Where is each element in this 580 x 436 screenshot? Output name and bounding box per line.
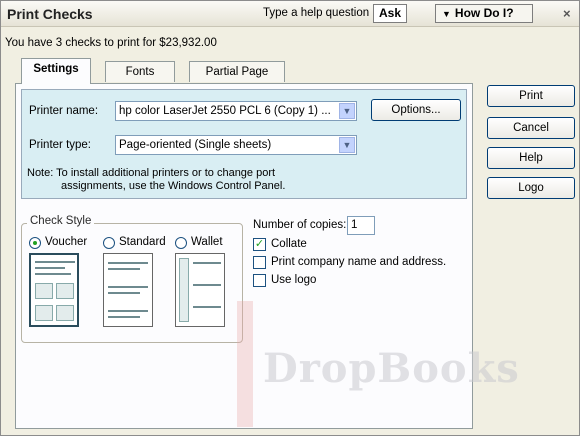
- preview-line: [193, 306, 221, 308]
- voucher-check-preview[interactable]: [29, 253, 79, 327]
- use-logo-checkbox[interactable]: [253, 274, 266, 287]
- printer-name-select[interactable]: hp color LaserJet 2550 PCL 6 (Copy 1) ..…: [115, 101, 357, 121]
- cancel-button[interactable]: Cancel: [487, 117, 575, 139]
- radio-selected-dot: [33, 241, 37, 245]
- copies-input[interactable]: 1: [347, 216, 375, 235]
- preview-line: [108, 310, 148, 312]
- print-checks-dialog: Print Checks Type a help question Ask ▼ H…: [0, 0, 580, 436]
- checks-summary: You have 3 checks to print for $23,932.0…: [5, 37, 217, 49]
- tab-settings[interactable]: Settings: [21, 58, 91, 84]
- voucher-label[interactable]: Voucher: [45, 236, 87, 248]
- how-do-i-button[interactable]: ▼ How Do I?: [435, 4, 533, 23]
- preview-line: [35, 267, 65, 269]
- check-mark-icon: ✓: [254, 238, 265, 250]
- print-button[interactable]: Print: [487, 85, 575, 107]
- collate-checkbox[interactable]: ✓: [253, 238, 266, 251]
- wallet-radio[interactable]: [175, 237, 187, 249]
- printer-name-label: Printer name:: [29, 105, 99, 117]
- collate-label[interactable]: Collate: [271, 238, 307, 250]
- watermark-text: DropBooks: [263, 345, 520, 392]
- wallet-check-preview[interactable]: [175, 253, 225, 327]
- preview-line: [108, 262, 148, 264]
- preview-line: [108, 286, 148, 288]
- preview-line: [35, 261, 75, 263]
- tab-fonts-label: Fonts: [125, 66, 155, 78]
- printer-name-value: hp color LaserJet 2550 PCL 6 (Copy 1) ..…: [119, 105, 331, 117]
- how-do-i-label: How Do I?: [454, 6, 514, 20]
- close-icon[interactable]: ×: [563, 6, 571, 21]
- printer-note-line2: assignments, use the Windows Control Pan…: [61, 180, 286, 192]
- printer-type-value: Page-oriented (Single sheets): [119, 139, 272, 151]
- dialog-title: Print Checks: [7, 6, 93, 22]
- chevron-down-icon: ▼: [442, 9, 451, 19]
- wallet-label[interactable]: Wallet: [191, 236, 223, 248]
- voucher-radio[interactable]: [29, 237, 41, 249]
- preview-line: [193, 262, 221, 264]
- copies-label: Number of copies:: [253, 219, 347, 231]
- preview-line: [108, 316, 140, 318]
- use-logo-label[interactable]: Use logo: [271, 274, 316, 286]
- watermark-bar: [237, 301, 253, 427]
- standard-label[interactable]: Standard: [119, 236, 166, 248]
- ask-button[interactable]: Ask: [373, 4, 407, 23]
- standard-radio[interactable]: [103, 237, 115, 249]
- tab-partial-page[interactable]: Partial Page: [189, 61, 285, 82]
- tab-settings-label: Settings: [33, 63, 79, 75]
- standard-check-preview[interactable]: [103, 253, 153, 327]
- preview-line: [108, 268, 140, 270]
- print-company-checkbox[interactable]: [253, 256, 266, 269]
- preview-line: [108, 292, 140, 294]
- preview-line: [193, 284, 221, 286]
- preview-block: [35, 305, 53, 321]
- tab-partial-page-label: Partial Page: [205, 66, 269, 78]
- chevron-down-icon: ▼: [339, 137, 355, 153]
- help-button[interactable]: Help: [487, 147, 575, 169]
- title-bar: Print Checks Type a help question Ask ▼ H…: [1, 1, 579, 27]
- printer-note-line1: Note: To install additional printers or …: [27, 167, 276, 179]
- chevron-down-icon: ▼: [339, 103, 355, 119]
- printer-type-select[interactable]: Page-oriented (Single sheets) ▼: [115, 135, 357, 155]
- preview-stub: [179, 258, 189, 322]
- preview-block: [56, 305, 74, 321]
- printer-note: Note: To install additional printers or …: [27, 167, 285, 193]
- options-button[interactable]: Options...: [371, 99, 461, 121]
- tab-fonts[interactable]: Fonts: [105, 61, 175, 82]
- check-style-title: Check Style: [27, 215, 95, 227]
- print-company-label[interactable]: Print company name and address.: [271, 256, 446, 268]
- printer-type-label: Printer type:: [29, 139, 91, 151]
- help-question-label: Type a help question: [263, 7, 370, 19]
- logo-button[interactable]: Logo: [487, 177, 575, 199]
- preview-line: [35, 273, 71, 275]
- preview-block: [35, 283, 53, 299]
- preview-block: [56, 283, 74, 299]
